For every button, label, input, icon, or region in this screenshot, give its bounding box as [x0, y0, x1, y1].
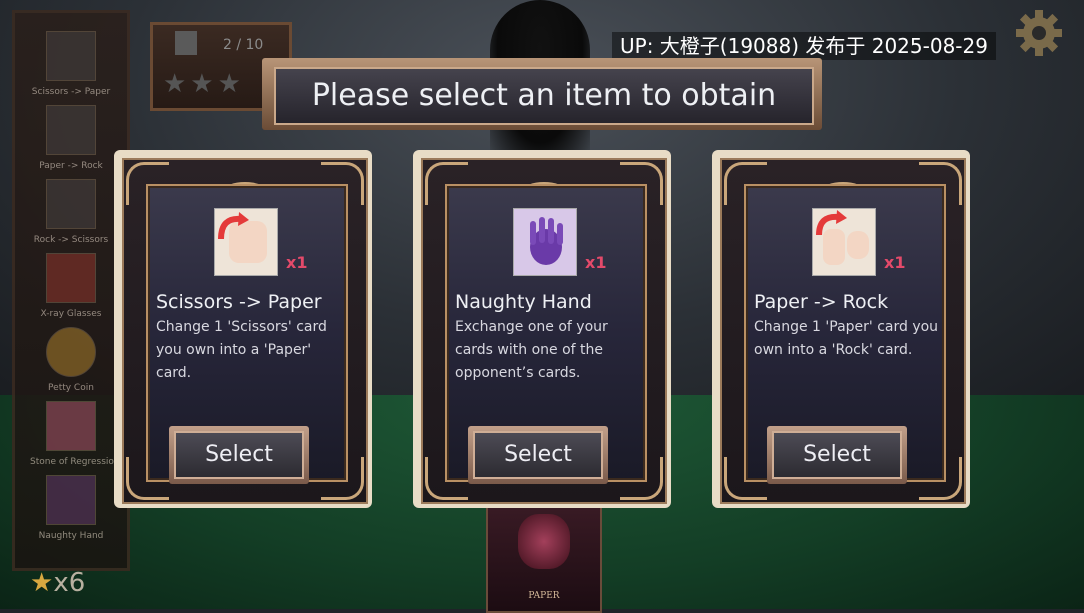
gear-icon[interactable]	[1014, 8, 1064, 58]
title-banner-inner: Please select an item to obtain	[274, 67, 814, 125]
sidebar-item-naughty-hand[interactable]: Naughty Hand	[30, 475, 112, 541]
sidebar-item-paper-rock[interactable]: Paper -> Rock	[30, 105, 112, 171]
sidebar-item-label: Stone of Regression	[30, 457, 120, 467]
quantity-label: x1	[884, 253, 906, 272]
played-card-label: PAPER	[528, 591, 560, 601]
quantity-label: x1	[286, 253, 308, 272]
naughty-hand-icon	[46, 475, 96, 525]
sidebar-item-label: Petty Coin	[48, 383, 94, 393]
xray-glasses-icon	[46, 253, 96, 303]
coin-icon	[46, 327, 96, 377]
select-button-label: Select	[772, 431, 902, 479]
item-name: Paper -> Rock	[754, 291, 889, 313]
scissors-to-paper-icon	[46, 31, 96, 81]
item-description: Change 1 'Paper' card you own into a 'Ro…	[754, 319, 939, 358]
select-button-label: Select	[174, 431, 304, 479]
building-icon	[175, 31, 197, 55]
star-counter: ★x6	[30, 568, 85, 598]
select-button-label: Select	[473, 431, 603, 479]
page-title: Please select an item to obtain	[311, 78, 777, 113]
progress-text: 2 / 10	[223, 37, 264, 53]
scissors-to-paper-icon	[214, 208, 278, 276]
item-card-naughty-hand: x1 Naughty Hand Exchange one of your car…	[413, 150, 671, 508]
sidebar-item-scissors-paper[interactable]: Scissors -> Paper	[30, 31, 112, 97]
quantity-label: x1	[585, 253, 607, 272]
played-card-hand-icon	[518, 514, 570, 569]
item-name: Naughty Hand	[455, 291, 592, 313]
uploader-watermark: UP: 大橙子(19088) 发布于 2025-08-29	[612, 32, 996, 60]
paper-to-rock-icon	[46, 105, 96, 155]
stone-icon	[46, 401, 96, 451]
played-card: PAPER	[486, 500, 602, 613]
item-name: Scissors -> Paper	[156, 291, 322, 313]
item-description: Exchange one of your cards with one of t…	[455, 319, 608, 381]
item-description: Change 1 'Scissors' card you own into a …	[156, 319, 327, 381]
sidebar-item-label: Paper -> Rock	[39, 161, 103, 171]
item-card-paper-rock: x1 Paper -> Rock Change 1 'Paper' card y…	[712, 150, 970, 508]
item-sidebar: Scissors -> Paper Paper -> Rock Rock -> …	[12, 10, 130, 571]
sidebar-item-rock-scissors[interactable]: Rock -> Scissors	[30, 179, 112, 245]
select-button[interactable]: Select	[468, 426, 608, 484]
title-banner: Please select an item to obtain	[262, 58, 822, 130]
select-button[interactable]: Select	[169, 426, 309, 484]
progress-stars: ★★★	[163, 69, 245, 99]
sidebar-item-label: Scissors -> Paper	[31, 87, 111, 97]
sidebar-item-petty-coin[interactable]: Petty Coin	[30, 327, 112, 393]
paper-to-rock-icon	[812, 208, 876, 276]
sidebar-item-label: X-ray Glasses	[40, 309, 102, 319]
rock-to-scissors-icon	[46, 179, 96, 229]
star-icon: ★	[30, 568, 54, 598]
item-card-scissors-paper: x1 Scissors -> Paper Change 1 'Scissors'…	[114, 150, 372, 508]
sidebar-item-label: Naughty Hand	[38, 531, 104, 541]
select-button[interactable]: Select	[767, 426, 907, 484]
star-count-value: x6	[53, 568, 86, 598]
sidebar-item-xray-glasses[interactable]: X-ray Glasses	[30, 253, 112, 319]
naughty-hand-icon	[513, 208, 577, 276]
sidebar-item-label: Rock -> Scissors	[33, 235, 109, 245]
sidebar-item-stone-regression[interactable]: Stone of Regression	[30, 401, 120, 467]
